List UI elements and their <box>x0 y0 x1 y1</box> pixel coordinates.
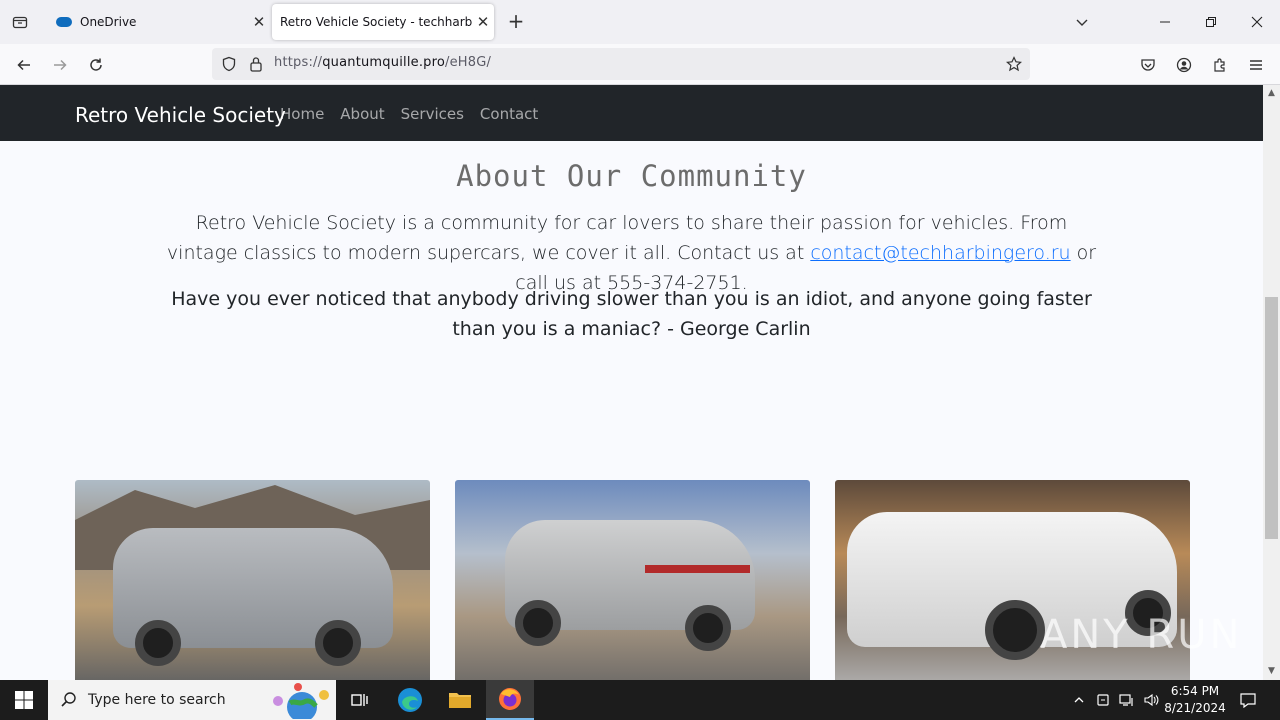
url-text[interactable]: https://quantumquille.pro/eH8G/ <box>274 55 491 70</box>
back-arrow-icon <box>17 59 30 71</box>
clock-date: 8/21/2024 <box>1164 701 1226 715</box>
clock-time: 6:54 PM <box>1170 684 1220 698</box>
minimize-icon <box>1160 21 1170 23</box>
browser-tab-bar: OneDrive ✕ Retro Vehicle Society - techh… <box>0 0 1280 44</box>
show-hidden-icons-chevron-icon[interactable] <box>1068 680 1090 720</box>
tab-close-icon[interactable]: ✕ <box>248 13 270 31</box>
lock-icon[interactable] <box>249 56 263 72</box>
volume-icon[interactable] <box>1140 680 1162 720</box>
windows-taskbar: Type here to search 6:54 PM 8/21/2024 <box>0 680 1280 720</box>
page-heading: About Our Community <box>456 159 807 193</box>
tab-onedrive[interactable]: OneDrive ✕ <box>44 0 270 44</box>
anyrun-watermark: ANY RUN <box>1040 612 1243 658</box>
firefox-icon <box>499 688 521 710</box>
tab-retro-vehicle-society[interactable]: Retro Vehicle Society - techharbinge ✕ <box>272 4 494 40</box>
onedrive-cloud-icon <box>56 17 72 27</box>
scroll-down-arrow-icon[interactable]: ▼ <box>1263 663 1280 680</box>
network-icon[interactable] <box>1116 680 1138 720</box>
restore-icon <box>1206 17 1216 27</box>
site-nav-links: Home About Services Contact <box>280 105 538 123</box>
puzzle-icon <box>1214 58 1225 72</box>
folder-icon <box>449 693 471 708</box>
wheel-shape <box>985 600 1045 660</box>
minimize-button[interactable] <box>1142 0 1188 44</box>
reload-button[interactable] <box>82 51 110 79</box>
task-view-button[interactable] <box>336 680 384 720</box>
wheel-shape <box>315 620 361 666</box>
forward-button[interactable] <box>46 51 74 79</box>
edge-icon <box>398 688 422 712</box>
search-placeholder: Type here to search <box>88 692 226 708</box>
account-button[interactable] <box>1170 51 1198 79</box>
pocket-icon <box>1141 59 1155 71</box>
device-tray-icon[interactable] <box>1092 680 1114 720</box>
reload-icon <box>90 58 102 71</box>
extensions-button[interactable] <box>1206 51 1234 79</box>
taskbar-clock[interactable]: 6:54 PM 8/21/2024 <box>1160 683 1230 717</box>
back-button[interactable] <box>10 51 38 79</box>
quote-paragraph: Have you ever noticed that anybody drivi… <box>171 288 1092 340</box>
site-brand[interactable]: Retro Vehicle Society <box>75 103 286 127</box>
search-highlight-globe-icon <box>273 683 329 719</box>
wheel-shape <box>515 600 561 646</box>
file-explorer-button[interactable] <box>436 680 484 720</box>
scrollbar-thumb[interactable] <box>1265 297 1278 539</box>
start-button[interactable] <box>0 680 48 720</box>
nav-link-services[interactable]: Services <box>401 105 464 123</box>
url-scheme: https:// <box>274 55 323 70</box>
tab-list-button[interactable] <box>6 8 34 36</box>
address-bar[interactable]: https://quantumquille.pro/eH8G/ <box>212 48 1030 80</box>
search-icon <box>61 692 76 707</box>
taskbar-search-box[interactable]: Type here to search <box>48 680 336 720</box>
tab-list-icon <box>12 16 28 29</box>
nav-link-contact[interactable]: Contact <box>480 105 538 123</box>
close-icon <box>1251 16 1263 28</box>
forward-arrow-icon <box>54 59 67 71</box>
scroll-up-arrow-icon[interactable]: ▲ <box>1263 85 1280 102</box>
url-path: /eH8G/ <box>445 55 492 70</box>
car-image-card <box>75 480 430 680</box>
close-window-button[interactable] <box>1234 0 1280 44</box>
tab-overflow-chevron-icon[interactable] <box>1059 0 1105 44</box>
tab-close-icon[interactable]: ✕ <box>472 13 494 31</box>
new-tab-button[interactable]: + <box>504 10 528 34</box>
page-scrollbar[interactable]: ▲ ▼ <box>1263 85 1280 680</box>
edge-taskbar-button[interactable] <box>386 680 434 720</box>
url-domain: quantumquille.pro <box>322 55 446 70</box>
account-icon <box>1176 57 1192 73</box>
bookmark-star-icon[interactable] <box>1006 56 1022 72</box>
nav-link-home[interactable]: Home <box>280 105 324 123</box>
browser-toolbar: https://quantumquille.pro/eH8G/ <box>0 44 1280 85</box>
wheel-shape <box>135 620 181 666</box>
pocket-button[interactable] <box>1134 51 1162 79</box>
tracking-shield-icon[interactable] <box>221 56 237 72</box>
nav-link-about[interactable]: About <box>340 105 384 123</box>
wheel-shape <box>685 605 731 651</box>
tail-light-shape <box>645 565 750 573</box>
car-image-card <box>455 480 810 680</box>
task-view-icon <box>351 694 368 706</box>
firefox-taskbar-button[interactable] <box>486 680 534 720</box>
menu-button[interactable] <box>1242 51 1270 79</box>
tab-label: Retro Vehicle Society - techharbinge <box>280 15 472 29</box>
restore-button[interactable] <box>1188 0 1234 44</box>
notifications-icon[interactable] <box>1234 680 1262 720</box>
windows-logo-icon <box>15 691 33 709</box>
tab-label: OneDrive <box>80 15 137 29</box>
web-page: Retro Vehicle Society Home About Service… <box>0 85 1263 680</box>
hamburger-menu-icon <box>1250 60 1262 70</box>
contact-email-link[interactable]: contact@techharbingero.ru <box>810 242 1070 264</box>
site-navbar: Retro Vehicle Society Home About Service… <box>0 85 1263 141</box>
